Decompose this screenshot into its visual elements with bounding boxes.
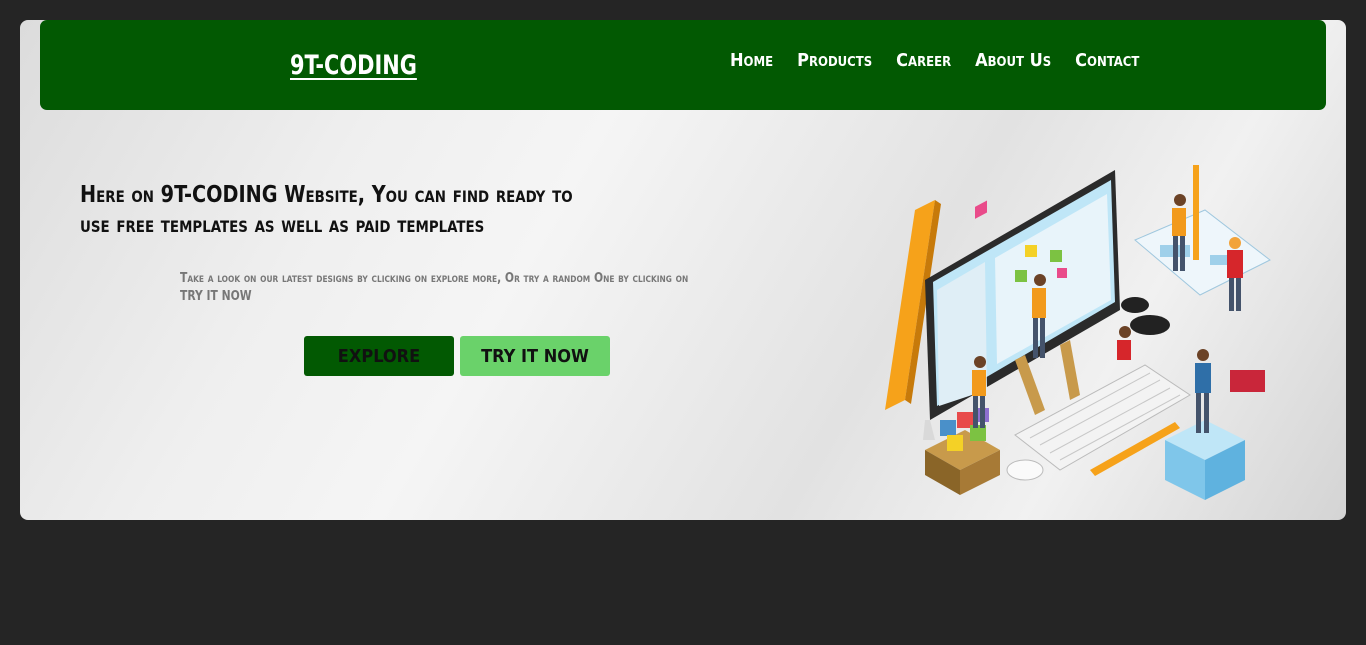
try-it-now-button[interactable]: TRY IT NOW — [460, 336, 610, 376]
nav-item-contact[interactable]: Contact — [1075, 50, 1139, 71]
hero-headline: Here on 9T-CODING Website, You can find … — [80, 182, 573, 238]
nav-item-career[interactable]: Career — [896, 50, 951, 71]
nav-item-about-us[interactable]: About Us — [975, 50, 1051, 71]
hero-card: 9T-CODING Home Products Career About Us … — [20, 20, 1346, 520]
nav-item-products[interactable]: Products — [797, 50, 872, 71]
site-logo[interactable]: 9T-CODING — [290, 50, 417, 81]
navbar: 9T-CODING Home Products Career About Us … — [40, 20, 1326, 110]
nav-item-home[interactable]: Home — [730, 50, 773, 71]
hero-subtext: Take a look on our latest designs by cli… — [180, 271, 689, 304]
developers-illustration — [885, 165, 1271, 500]
nav-menu: Home Products Career About Us Contact — [730, 50, 1163, 71]
explore-button[interactable]: EXPLORE — [304, 336, 454, 376]
